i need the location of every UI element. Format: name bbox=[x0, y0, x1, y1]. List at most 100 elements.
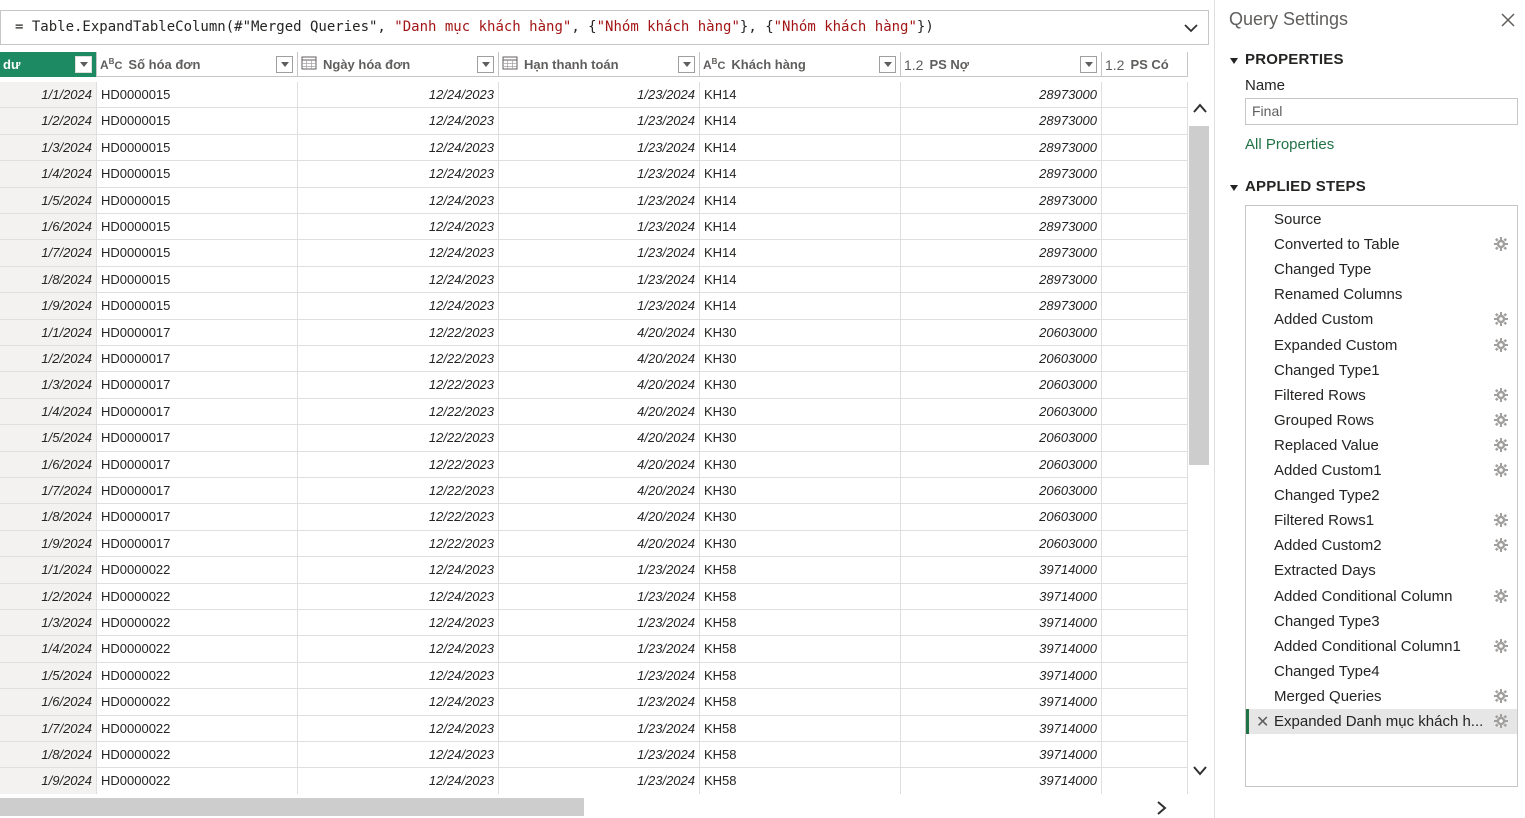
table-cell[interactable]: HD0000015 bbox=[97, 293, 298, 320]
table-cell[interactable]: KH30 bbox=[700, 504, 901, 531]
table-cell[interactable]: KH58 bbox=[700, 768, 901, 794]
table-row[interactable]: 1/6/2024 HD0000022 12/24/2023 1/23/2024 KH58… bbox=[0, 689, 1188, 716]
table-cell[interactable] bbox=[1102, 583, 1188, 610]
table-cell[interactable]: 12/22/2023 bbox=[298, 319, 499, 346]
column-header[interactable]: Ngày hóa đơn bbox=[298, 52, 499, 77]
table-cell[interactable]: 1/23/2024 bbox=[499, 82, 700, 109]
table-cell[interactable] bbox=[1102, 214, 1188, 241]
column-header[interactable]: 1.2 PS Nợ bbox=[901, 52, 1102, 77]
table-cell[interactable]: HD0000022 bbox=[97, 636, 298, 663]
table-cell[interactable]: 12/24/2023 bbox=[298, 715, 499, 742]
table-cell[interactable]: 1/23/2024 bbox=[499, 768, 700, 794]
table-cell[interactable]: 12/24/2023 bbox=[298, 293, 499, 320]
all-properties-link[interactable]: All Properties bbox=[1245, 136, 1334, 153]
table-cell[interactable]: KH30 bbox=[700, 398, 901, 426]
table-cell[interactable] bbox=[1102, 557, 1188, 584]
table-cell[interactable]: 1/8/2024 bbox=[0, 266, 97, 294]
table-cell[interactable]: 39714000 bbox=[901, 583, 1102, 610]
scroll-up-icon[interactable] bbox=[1192, 101, 1208, 119]
gear-icon[interactable] bbox=[1494, 237, 1508, 252]
column-header[interactable]: Hạn thanh toán bbox=[499, 52, 700, 77]
applied-step[interactable]: Added Custom2 bbox=[1246, 533, 1517, 558]
table-cell[interactable]: KH30 bbox=[700, 372, 901, 399]
table-cell[interactable]: HD0000015 bbox=[97, 240, 298, 267]
table-cell[interactable]: HD0000015 bbox=[97, 108, 298, 135]
table-cell[interactable]: 1/9/2024 bbox=[0, 768, 97, 794]
table-cell[interactable]: 1/23/2024 bbox=[499, 214, 700, 241]
applied-step[interactable]: Expanded Custom bbox=[1246, 333, 1517, 358]
table-row[interactable]: 1/7/2024 HD0000015 12/24/2023 1/23/2024 KH14… bbox=[0, 240, 1188, 267]
table-cell[interactable] bbox=[1102, 610, 1188, 637]
table-cell[interactable] bbox=[1102, 108, 1188, 135]
filter-dropdown-icon[interactable] bbox=[678, 56, 695, 73]
table-cell[interactable]: HD0000015 bbox=[97, 266, 298, 294]
applied-step[interactable]: Added Custom1 bbox=[1246, 458, 1517, 483]
query-name-input[interactable]: Final bbox=[1245, 98, 1518, 125]
applied-step[interactable]: Changed Type4 bbox=[1246, 659, 1517, 684]
table-cell[interactable]: 1/9/2024 bbox=[0, 293, 97, 320]
table-row[interactable]: 1/2/2024 HD0000022 12/24/2023 1/23/2024 KH58… bbox=[0, 583, 1188, 610]
table-cell[interactable] bbox=[1102, 715, 1188, 742]
table-cell[interactable]: KH58 bbox=[700, 636, 901, 663]
table-cell[interactable]: 1/2/2024 bbox=[0, 108, 97, 135]
table-cell[interactable]: HD0000017 bbox=[97, 504, 298, 531]
table-cell[interactable] bbox=[1102, 768, 1188, 794]
table-cell[interactable] bbox=[1102, 689, 1188, 716]
table-cell[interactable]: 28973000 bbox=[901, 108, 1102, 135]
table-cell[interactable]: HD0000017 bbox=[97, 319, 298, 346]
table-cell[interactable]: 28973000 bbox=[901, 82, 1102, 109]
table-cell[interactable]: HD0000015 bbox=[97, 134, 298, 162]
table-cell[interactable]: 12/24/2023 bbox=[298, 583, 499, 610]
table-cell[interactable]: 12/24/2023 bbox=[298, 187, 499, 214]
table-cell[interactable]: HD0000022 bbox=[97, 715, 298, 742]
table-cell[interactable] bbox=[1102, 662, 1188, 690]
table-cell[interactable]: 12/24/2023 bbox=[298, 161, 499, 188]
applied-step[interactable]: Extracted Days bbox=[1246, 558, 1517, 583]
table-cell[interactable]: 12/24/2023 bbox=[298, 214, 499, 241]
column-header[interactable]: ABC Khách hàng bbox=[700, 52, 901, 77]
table-cell[interactable]: 28973000 bbox=[901, 161, 1102, 188]
table-row[interactable]: 1/9/2024 HD0000017 12/22/2023 4/20/2024 KH30… bbox=[0, 530, 1188, 558]
table-row[interactable]: 1/2/2024 HD0000015 12/24/2023 1/23/2024 KH14… bbox=[0, 108, 1188, 135]
table-cell[interactable]: KH58 bbox=[700, 662, 901, 690]
table-cell[interactable]: HD0000017 bbox=[97, 530, 298, 558]
delete-step-icon[interactable]: ✕ bbox=[1256, 712, 1269, 732]
filter-dropdown-icon[interactable] bbox=[879, 56, 896, 73]
table-cell[interactable]: KH30 bbox=[700, 478, 901, 505]
table-cell[interactable]: 12/24/2023 bbox=[298, 768, 499, 794]
table-cell[interactable]: 1/6/2024 bbox=[0, 214, 97, 241]
table-cell[interactable]: 1/4/2024 bbox=[0, 636, 97, 663]
table-cell[interactable]: 4/20/2024 bbox=[499, 451, 700, 478]
table-cell[interactable]: 1/3/2024 bbox=[0, 372, 97, 399]
table-cell[interactable]: 12/22/2023 bbox=[298, 478, 499, 505]
table-row[interactable]: 1/4/2024 HD0000022 12/24/2023 1/23/2024 KH58… bbox=[0, 636, 1188, 663]
table-cell[interactable]: 1/23/2024 bbox=[499, 557, 700, 584]
table-cell[interactable]: 12/22/2023 bbox=[298, 504, 499, 531]
table-cell[interactable] bbox=[1102, 742, 1188, 769]
table-cell[interactable]: 1/7/2024 bbox=[0, 715, 97, 742]
table-cell[interactable]: HD0000022 bbox=[97, 610, 298, 637]
table-cell[interactable]: KH14 bbox=[700, 293, 901, 320]
column-header[interactable]: ABC Số hóa đơn bbox=[97, 52, 298, 77]
table-cell[interactable]: HD0000015 bbox=[97, 187, 298, 214]
table-cell[interactable]: 39714000 bbox=[901, 662, 1102, 690]
table-cell[interactable]: 28973000 bbox=[901, 240, 1102, 267]
table-cell[interactable]: 12/24/2023 bbox=[298, 610, 499, 637]
column-header[interactable]: 1.2 PS Có bbox=[1102, 52, 1188, 77]
table-cell[interactable]: HD0000017 bbox=[97, 425, 298, 452]
horizontal-scroll-thumb[interactable] bbox=[0, 798, 584, 816]
table-cell[interactable]: KH14 bbox=[700, 240, 901, 267]
table-cell[interactable]: HD0000022 bbox=[97, 662, 298, 690]
collapse-triangle-icon[interactable] bbox=[1230, 185, 1238, 191]
table-row[interactable]: 1/2/2024 HD0000017 12/22/2023 4/20/2024 KH30… bbox=[0, 346, 1188, 373]
table-cell[interactable]: 39714000 bbox=[901, 610, 1102, 637]
table-cell[interactable]: 12/22/2023 bbox=[298, 530, 499, 558]
table-cell[interactable]: 12/22/2023 bbox=[298, 372, 499, 399]
table-cell[interactable]: 1/23/2024 bbox=[499, 161, 700, 188]
table-row[interactable]: 1/8/2024 HD0000015 12/24/2023 1/23/2024 KH14… bbox=[0, 266, 1188, 294]
table-cell[interactable]: 39714000 bbox=[901, 557, 1102, 584]
filter-dropdown-icon[interactable] bbox=[75, 56, 92, 73]
table-cell[interactable]: HD0000017 bbox=[97, 478, 298, 505]
table-cell[interactable]: 12/22/2023 bbox=[298, 346, 499, 373]
applied-step[interactable]: Changed Type1 bbox=[1246, 358, 1517, 383]
